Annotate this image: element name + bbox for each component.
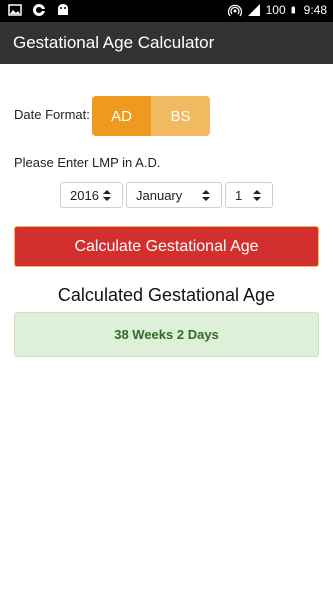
updown-arrow-icon xyxy=(199,189,213,201)
day-select[interactable]: 1 xyxy=(225,182,273,208)
date-format-toggle: AD BS xyxy=(92,96,210,136)
app-bar: Gestational Age Calculator xyxy=(0,22,333,64)
day-value: 1 xyxy=(235,187,243,203)
status-bar: 100 9:48 xyxy=(0,0,333,22)
updown-arrow-icon xyxy=(250,189,264,201)
result-box: 38 Weeks 2 Days xyxy=(14,312,319,357)
result-value: 38 Weeks 2 Days xyxy=(114,327,219,342)
month-select[interactable]: January xyxy=(126,182,222,208)
clock: 9:48 xyxy=(303,3,327,17)
signal-icon xyxy=(247,4,260,16)
ad-button[interactable]: AD xyxy=(92,96,151,136)
updown-arrow-icon xyxy=(100,189,114,201)
hotspot-icon xyxy=(227,4,242,17)
battery-percent: 100 xyxy=(265,3,286,17)
year-value: 2016 xyxy=(70,187,99,203)
android-icon xyxy=(58,4,68,15)
lmp-label: Please Enter LMP in A.D. xyxy=(14,155,161,170)
calculate-button[interactable]: Calculate Gestational Age xyxy=(14,226,319,267)
image-icon xyxy=(8,4,22,16)
year-select[interactable]: 2016 xyxy=(60,182,123,208)
vpn-shield-icon xyxy=(33,4,46,16)
result-title: Calculated Gestational Age xyxy=(57,285,276,305)
app-title: Gestational Age Calculator xyxy=(13,33,215,52)
date-format-label: Date Format: xyxy=(14,107,90,122)
month-value: January xyxy=(136,187,183,203)
battery-icon xyxy=(291,6,295,14)
bs-button[interactable]: BS xyxy=(151,96,210,136)
